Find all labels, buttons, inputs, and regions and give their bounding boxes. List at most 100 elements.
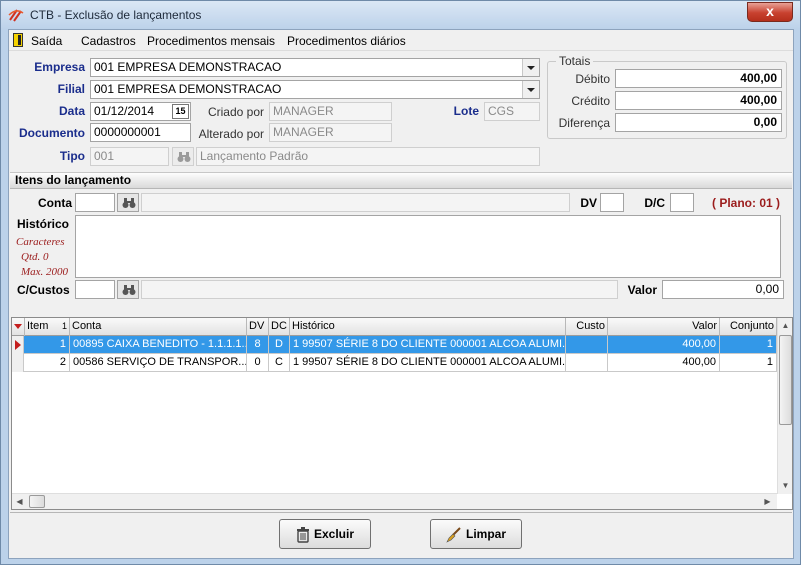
lote-field: CGS xyxy=(484,102,540,121)
cell-conta: 00895 CAIXA BENEDITO - 1.1.1.1... xyxy=(70,336,247,354)
close-button[interactable]: x xyxy=(747,2,793,22)
conta-field[interactable] xyxy=(75,193,115,212)
lote-value: CGS xyxy=(488,104,515,118)
historico-textarea[interactable] xyxy=(75,215,781,278)
tipo-label: Tipo xyxy=(59,149,85,163)
row-indicator xyxy=(12,354,24,372)
debito-field: 400,00 xyxy=(615,69,782,88)
chevron-down-icon[interactable] xyxy=(522,59,539,76)
current-row-arrow-icon xyxy=(15,340,21,350)
close-icon: x xyxy=(766,3,774,19)
debito-label: Débito xyxy=(575,72,610,86)
alterado-por-value: MANAGER xyxy=(273,125,334,139)
dv-label: DV xyxy=(580,196,597,210)
cell-dv: 8 xyxy=(247,336,269,354)
alterado-por-field: MANAGER xyxy=(269,123,392,142)
col-conjunto[interactable]: Conjunto xyxy=(720,318,777,336)
cell-item: 1 xyxy=(25,336,70,354)
tipo-search-button[interactable] xyxy=(172,147,194,166)
menu-saida[interactable]: Saída xyxy=(31,34,62,48)
grid-menu-button[interactable] xyxy=(12,318,25,336)
menu-cadastros[interactable]: Cadastros xyxy=(81,34,136,48)
horizontal-scroll-thumb[interactable] xyxy=(29,495,45,508)
totais-title: Totais xyxy=(556,54,594,68)
ccustos-search-button[interactable] xyxy=(117,280,139,299)
totais-group: Totais Débito 400,00 Crédito 400,00 Dife… xyxy=(547,54,787,139)
menu-bar: Saída Cadastros Procedimentos mensais Pr… xyxy=(9,30,793,51)
cell-item: 2 xyxy=(25,354,70,372)
cell-historico: 1 99507 SÉRIE 8 DO CLIENTE 000001 ALCOA … xyxy=(290,336,566,354)
table-row[interactable]: 1 00895 CAIXA BENEDITO - 1.1.1.1... 8 D … xyxy=(12,336,777,354)
col-valor[interactable]: Valor xyxy=(608,318,720,336)
filial-label: Filial xyxy=(57,82,85,96)
ccustos-description-field xyxy=(141,280,618,299)
main-window: CTB - Exclusão de lançamentos x Saída Ca… xyxy=(0,0,801,565)
col-conta[interactable]: Conta xyxy=(70,318,247,336)
chevron-down-icon[interactable] xyxy=(522,81,539,98)
dv-field[interactable] xyxy=(600,193,624,212)
trash-can-icon xyxy=(296,526,309,543)
cell-valor: 400,00 xyxy=(608,336,720,354)
table-row[interactable]: 2 00586 SERVIÇO DE TRANSPOR... 0 C 1 995… xyxy=(12,354,777,372)
cell-valor: 400,00 xyxy=(608,354,720,372)
tipo-code-value: 001 xyxy=(94,149,115,163)
plano-indicator: ( Plano: 01 ) xyxy=(712,196,781,210)
criado-por-field: MANAGER xyxy=(269,102,392,121)
limpar-label: Limpar xyxy=(465,527,506,541)
scroll-down-icon[interactable]: ▼ xyxy=(778,478,792,493)
documento-field[interactable]: 0000000001 xyxy=(90,123,191,142)
filial-select[interactable]: 001 EMPRESA DEMONSTRACAO xyxy=(90,80,540,99)
data-value: 01/12/2014 xyxy=(94,104,155,118)
vertical-scroll-thumb[interactable] xyxy=(779,335,792,425)
criado-por-value: MANAGER xyxy=(273,104,334,118)
data-label: Data xyxy=(58,104,85,118)
col-custo[interactable]: Custo xyxy=(566,318,608,336)
scroll-right-icon[interactable]: ▶ xyxy=(760,494,775,509)
limpar-button[interactable]: Limpar xyxy=(430,519,522,549)
diferenca-value: 0,00 xyxy=(753,115,777,129)
lote-label: Lote xyxy=(453,104,479,118)
horizontal-scrollbar[interactable]: ◀ ▶ xyxy=(12,493,777,509)
diferenca-label: Diferença xyxy=(558,116,610,130)
col-historico[interactable]: Histórico xyxy=(290,318,566,336)
vertical-scrollbar[interactable]: ▲ ▼ xyxy=(777,318,792,494)
excluir-button[interactable]: Excluir xyxy=(279,519,371,549)
excluir-label: Excluir xyxy=(313,527,355,541)
itens-section-header: Itens do lançamento xyxy=(10,172,792,189)
empresa-select[interactable]: 001 EMPRESA DEMONSTRACAO xyxy=(90,58,540,77)
sort-ascending-icon: 1 xyxy=(61,321,67,331)
conta-label: Conta xyxy=(38,196,72,210)
ccustos-field[interactable] xyxy=(75,280,115,299)
scroll-left-icon[interactable]: ◀ xyxy=(12,494,27,509)
scroll-up-icon[interactable]: ▲ xyxy=(778,318,792,333)
menu-procedimentos-mensais[interactable]: Procedimentos mensais xyxy=(147,34,275,48)
col-dv[interactable]: DV xyxy=(247,318,269,336)
calendar-icon[interactable]: 15 xyxy=(172,104,189,119)
criado-por-label: Criado por xyxy=(207,105,264,119)
title-bar[interactable]: CTB - Exclusão de lançamentos x xyxy=(1,1,800,29)
col-dc[interactable]: DC xyxy=(269,318,290,336)
cell-historico: 1 99507 SÉRIE 8 DO CLIENTE 000001 ALCOA … xyxy=(290,354,566,372)
menu-procedimentos-diarios[interactable]: Procedimentos diários xyxy=(287,34,406,48)
historico-label: Histórico xyxy=(17,217,70,231)
col-item[interactable]: Item 1 xyxy=(25,318,70,336)
valor-field[interactable]: 0,00 xyxy=(662,280,784,299)
cell-conta: 00586 SERVIÇO DE TRANSPOR... xyxy=(70,354,247,372)
exit-door-icon xyxy=(13,33,23,47)
tipo-code-field: 001 xyxy=(90,147,169,166)
valor-label: Valor xyxy=(627,283,657,297)
cell-dv: 0 xyxy=(247,354,269,372)
dc-label: D/C xyxy=(644,196,665,210)
valor-value: 0,00 xyxy=(755,282,779,296)
empresa-value: 001 EMPRESA DEMONSTRACAO xyxy=(94,60,282,74)
dc-field[interactable] xyxy=(670,193,694,212)
cell-custo xyxy=(566,336,608,354)
data-field[interactable]: 01/12/2014 15 xyxy=(90,102,191,121)
binoculars-icon xyxy=(122,198,136,208)
conta-search-button[interactable] xyxy=(117,193,139,212)
client-area: Saída Cadastros Procedimentos mensais Pr… xyxy=(8,29,794,559)
filial-value: 001 EMPRESA DEMONSTRACAO xyxy=(94,82,282,96)
ccustos-label: C/Custos xyxy=(17,283,70,297)
cell-dc: D xyxy=(269,336,290,354)
conta-description-field xyxy=(141,193,570,212)
